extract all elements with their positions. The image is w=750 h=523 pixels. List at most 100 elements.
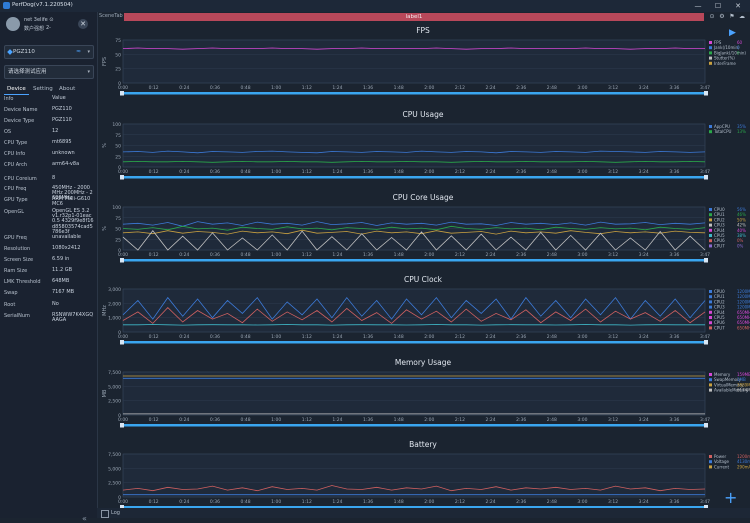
tab-device[interactable]: Device [4,84,29,95]
info-key: Resolution [4,246,31,252]
scrollbar-handle-right[interactable] [704,91,708,96]
legend-swatch [709,46,712,50]
double-chevron-left-icon[interactable]: « [82,514,87,523]
log-checkbox[interactable] [101,510,109,518]
y-tick-label: 2,500 [108,481,121,487]
tab-setting[interactable]: Setting [30,84,56,94]
y-tick-label: 5,000 [108,384,121,390]
info-key: CPU Info [4,151,26,157]
x-tick-label: 1:12 [302,169,312,175]
x-tick-label: 3:00 [577,499,587,505]
legend-swatch [709,213,712,217]
timeline-scrollbar[interactable] [123,341,705,344]
y-tick-label: 25 [115,67,121,73]
x-tick-label: 3:47 [700,85,710,91]
scrollbar-handle-right[interactable] [704,340,708,345]
x-tick-label: 2:24 [486,169,496,175]
legend-entry[interactable]: Current [714,464,729,469]
legend-entry[interactable]: TotalCPU [713,129,732,134]
x-tick-label: 0:24 [179,417,189,423]
info-value: PGZ110 [52,106,72,112]
info-key: CPU Type [4,140,28,146]
scrollbar-handle-left[interactable] [120,423,124,428]
tab-about[interactable]: About [56,84,78,94]
legend-swatch [709,125,712,128]
legend-entry[interactable]: CPU7 [714,243,725,248]
avatar[interactable] [6,17,20,31]
close-button[interactable]: ✕ [728,0,748,12]
x-tick-label: 2:12 [455,252,465,258]
scrollbar-handle-left[interactable] [120,340,124,345]
app-select[interactable]: 请选择测试应用 ▾ [4,65,94,79]
scrollbar-handle-right[interactable] [704,258,708,263]
x-tick-label: 1:48 [394,334,404,340]
legend-swatch [709,41,712,44]
profile-name: net 3elife ⊙ [24,17,54,23]
x-tick-label: 1:12 [302,499,312,505]
scrollbar-handle-left[interactable] [120,175,124,180]
x-tick-label: 2:24 [486,334,496,340]
legend-entry[interactable]: CPU7 [714,325,725,330]
timeline-scrollbar[interactable] [123,424,705,427]
y-tick-label: 5,000 [108,466,121,472]
y-tick-label: 75 [115,133,121,139]
x-tick-label: 3:12 [608,334,618,340]
x-tick-label: 3:12 [608,499,618,505]
scrollbar-handle-right[interactable] [704,175,708,180]
y-tick-label: 75 [115,38,121,44]
x-tick-label: 2:48 [547,85,557,91]
minimize-button[interactable]: — [688,0,708,12]
current-value: 6174MB [737,388,750,393]
y-tick-label: 7,500 [108,370,121,376]
x-tick-label: 2:00 [424,85,434,91]
x-tick-label: 2:24 [486,252,496,258]
x-tick-label: 1:00 [271,417,281,423]
timeline-scrollbar[interactable] [123,92,705,95]
series-line [123,324,705,326]
legend-entry[interactable]: InterFrame [714,61,736,66]
timeline-scrollbar[interactable] [123,176,705,179]
x-tick-label: 1:24 [332,252,342,258]
x-tick-label: 3:36 [669,334,679,340]
info-value: PGZ110 [52,117,72,123]
x-tick-label: 2:36 [516,85,526,91]
x-tick-label: 1:12 [302,334,312,340]
legend-swatch [709,316,712,319]
x-tick-label: 0:00 [118,252,128,258]
profile-close-button[interactable]: ✕ [78,19,88,29]
profile-sub: 数户强想 [24,26,45,32]
x-tick-label: 1:00 [271,85,281,91]
info-value: 12 [52,128,59,134]
x-tick-label: 2:36 [516,417,526,423]
x-tick-label: 1:00 [271,334,281,340]
scrollbar-handle-left[interactable] [120,258,124,263]
x-tick-label: 1:36 [363,499,373,505]
maximize-button[interactable]: ☐ [708,0,728,12]
plot-area [122,453,706,498]
legend-swatch [709,465,712,469]
x-tick-label: 0:12 [149,85,159,91]
x-tick-label: 1:24 [332,334,342,340]
device-select[interactable]: PGZ110 ≈ ▾ [4,45,94,59]
current-value: 290mA [737,464,750,469]
y-tick-label: 2,500 [108,399,121,405]
timeline-scrollbar[interactable] [123,259,705,262]
x-tick-label: 0:48 [240,169,250,175]
x-tick-label: 1:48 [394,417,404,423]
x-tick-label: 0:36 [210,417,220,423]
x-tick-label: 2:48 [547,334,557,340]
x-tick-label: 1:36 [363,334,373,340]
y-tick-label: 100 [112,205,121,211]
info-key: LMK Threshold [4,279,41,285]
scrollbar-handle-left[interactable] [120,91,124,96]
x-tick-label: 1:36 [363,85,373,91]
x-tick-label: 0:24 [179,85,189,91]
x-tick-label: 3:24 [639,499,649,505]
info-value: 7167 MB [52,289,75,295]
x-tick-label: 1:36 [363,169,373,175]
add-icon[interactable]: + [724,488,737,507]
scrollbar-handle-right[interactable] [704,423,708,428]
x-tick-label: 0:24 [179,499,189,505]
chart-panel-0: FPSFPS75502500:00 0:12 0:24 0:36 0:48 1:00 1:1… [102,26,746,96]
x-tick-label: 3:47 [700,252,710,258]
